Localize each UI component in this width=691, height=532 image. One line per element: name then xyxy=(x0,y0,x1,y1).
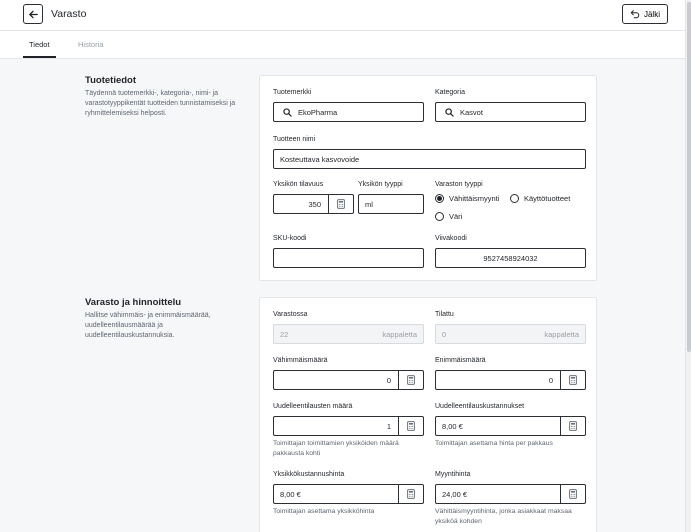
radio-circle[interactable] xyxy=(435,212,444,221)
calculator-icon xyxy=(337,199,345,209)
unit-cost-input[interactable]: 8,00 € xyxy=(273,484,424,504)
unit-cost-helper: Toimittajan asettama yksikköhinta xyxy=(273,508,375,515)
arrow-left-icon xyxy=(28,10,38,18)
calculator-button[interactable] xyxy=(398,371,423,389)
max-qty-label: Enimmäismäärä xyxy=(435,357,486,364)
page-scrollbar[interactable] xyxy=(685,0,691,532)
calculator-button[interactable] xyxy=(398,417,423,435)
section-title-product-info: Tuotetiedot xyxy=(85,75,137,86)
barcode-input[interactable]: 9527458924032 xyxy=(435,248,586,268)
barcode-value: 9527458924032 xyxy=(483,253,538,263)
unit-volume-value: 350 xyxy=(308,199,321,209)
tab-details[interactable]: Tiedot xyxy=(29,40,50,49)
calculator-icon xyxy=(569,375,577,385)
calculator-button[interactable] xyxy=(560,371,585,389)
stock-pricing-card: Varastossa 22 kappaletta Tilattu 0 kappa… xyxy=(259,297,597,532)
calculator-button[interactable] xyxy=(560,485,585,503)
in-stock-value: 22 xyxy=(280,329,289,339)
unit-cost-value: 8,00 € xyxy=(280,489,301,499)
reorder-cost-value: 8,00 € xyxy=(442,421,463,431)
radio-retail[interactable]: Vähittäismyynti xyxy=(435,194,499,203)
in-stock-label: Varastossa xyxy=(273,311,308,318)
barcode-label: Viivakoodi xyxy=(435,235,467,242)
unit-type-value: ml xyxy=(365,199,373,209)
unit-volume-label: Yksikön tilavuus xyxy=(273,181,324,188)
radio-circle[interactable] xyxy=(435,194,444,203)
in-stock-unit: kappaletta xyxy=(382,329,417,339)
section-title-stock-pricing: Varasto ja hinnoittelu xyxy=(85,297,182,308)
sku-input[interactable] xyxy=(273,248,424,268)
top-bar: Varasto Jälki xyxy=(0,0,685,31)
sale-price-input[interactable]: 24,00 € xyxy=(435,484,586,504)
search-icon xyxy=(445,107,454,117)
reorder-qty-value: 1 xyxy=(386,421,391,431)
category-value: Kasvot xyxy=(460,107,483,117)
min-qty-input[interactable]: 0 xyxy=(273,370,424,390)
section-description-stock-pricing: Hallitse vähimmäis- ja enimmäismäärää, u… xyxy=(85,312,211,339)
max-qty-input[interactable]: 0 xyxy=(435,370,586,390)
calculator-button[interactable] xyxy=(398,485,423,503)
reorder-cost-label: Uudelleentilauskustannukset xyxy=(435,403,525,410)
radio-circle[interactable] xyxy=(510,194,519,203)
calculator-button[interactable] xyxy=(560,417,585,435)
product-name-value: Kosteuttava kasvovoide xyxy=(280,154,360,164)
product-name-label: Tuotteen nimi xyxy=(273,136,316,143)
radio-label-consumables: Käyttötuotteet xyxy=(524,194,571,203)
reorder-cost-helper: Toimittajan asettama hinta per pakkaus xyxy=(435,440,553,447)
back-button[interactable] xyxy=(23,4,43,24)
calculator-icon xyxy=(407,421,415,431)
sale-price-label: Myyntihinta xyxy=(435,471,471,478)
product-name-input[interactable]: Kosteuttava kasvovoide xyxy=(273,149,586,169)
undo-button[interactable]: Jälki xyxy=(622,4,668,24)
tab-history[interactable]: Historia xyxy=(78,40,103,49)
calculator-icon xyxy=(569,489,577,499)
reorder-cost-input[interactable]: 8,00 € xyxy=(435,416,586,436)
reorder-qty-helper: Toimittajan toimittamien yksiköiden määr… xyxy=(273,440,399,457)
reorder-qty-input[interactable]: 1 xyxy=(273,416,424,436)
ordered-unit: kappaletta xyxy=(544,329,579,339)
calculator-icon xyxy=(407,375,415,385)
section-description-product-info: Täydennä tuotemerkki-, kategoria-, nimi-… xyxy=(85,90,236,117)
calculator-icon xyxy=(407,489,415,499)
category-select[interactable]: Kasvot xyxy=(435,102,586,122)
search-icon xyxy=(283,107,292,117)
unit-type-input[interactable]: ml xyxy=(358,194,424,214)
scrollbar-thumb[interactable] xyxy=(687,2,691,352)
category-label: Kategoria xyxy=(435,89,465,96)
unit-cost-label: Yksikkökustannushinta xyxy=(273,471,345,478)
sku-label: SKU-koodi xyxy=(273,235,307,242)
undo-icon xyxy=(630,10,640,19)
page-title: Varasto xyxy=(51,8,87,20)
brand-select[interactable]: EkoPharma xyxy=(273,102,424,122)
ordered-value: 0 xyxy=(442,329,447,339)
radio-color[interactable]: Väri xyxy=(435,212,462,221)
unit-type-label: Yksikön tyyppi xyxy=(358,181,403,188)
storage-type-label: Varaston tyyppi xyxy=(435,181,483,188)
sale-price-helper: Vähittäismyyntihinta, jonka asiakkaat ma… xyxy=(435,508,572,525)
tab-bar: Tiedot Historia xyxy=(0,31,685,59)
min-qty-label: Vähimmäismäärä xyxy=(273,357,328,364)
brand-label: Tuotemerkki xyxy=(273,89,312,96)
unit-volume-input[interactable]: 350 xyxy=(273,194,354,214)
ordered-label: Tilattu xyxy=(435,311,454,318)
in-stock-input: 22 kappaletta xyxy=(273,324,424,344)
reorder-qty-label: Uudelleentilausten määrä xyxy=(273,403,353,410)
active-tab-indicator xyxy=(23,56,56,58)
brand-value: EkoPharma xyxy=(298,107,338,117)
radio-label-retail: Vähittäismyynti xyxy=(449,194,500,203)
calculator-button[interactable] xyxy=(328,195,353,213)
max-qty-value: 0 xyxy=(548,375,553,385)
calculator-icon xyxy=(569,421,577,431)
sale-price-value: 24,00 € xyxy=(442,489,468,499)
radio-label-color: Väri xyxy=(449,212,463,221)
min-qty-value: 0 xyxy=(386,375,391,385)
product-info-card: Tuotemerkki EkoPharma Kategoria Kasvot T… xyxy=(259,75,597,281)
ordered-input: 0 kappaletta xyxy=(435,324,586,344)
radio-consumables[interactable]: Käyttötuotteet xyxy=(510,194,570,203)
undo-label: Jälki xyxy=(643,9,660,19)
